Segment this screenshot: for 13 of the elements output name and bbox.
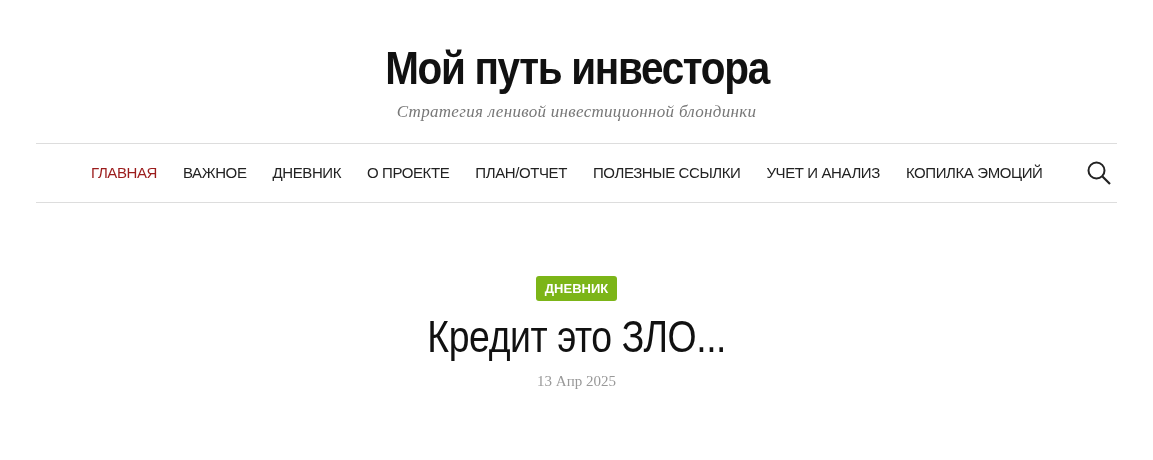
site-tagline: Стратегия ленивой инвестиционной блондинки bbox=[396, 102, 757, 122]
nav-link[interactable]: УЧЕТ И АНАЛИЗ bbox=[766, 164, 880, 181]
nav-link[interactable]: ВАЖНОЕ bbox=[183, 164, 247, 181]
nav-link[interactable]: ГЛАВНАЯ bbox=[91, 164, 157, 181]
search-icon[interactable] bbox=[1086, 160, 1112, 186]
post-title: Кредит это ЗЛО... bbox=[427, 311, 726, 363]
nav-link[interactable]: КОПИЛКА ЭМОЦИЙ bbox=[905, 164, 1043, 181]
nav-link[interactable]: ПЛАН/ОТЧЕТ bbox=[475, 164, 567, 181]
site-title[interactable]: Мой путь инвестора bbox=[384, 36, 769, 100]
post-date: 13 Апр 2025 bbox=[537, 373, 616, 390]
nav-link[interactable]: О ПРОЕКТЕ bbox=[367, 164, 450, 181]
nav-link[interactable]: ПОЛЕЗНЫЕ ССЫЛКИ bbox=[592, 164, 741, 181]
nav-link[interactable]: ДНЕВНИК bbox=[272, 164, 342, 181]
